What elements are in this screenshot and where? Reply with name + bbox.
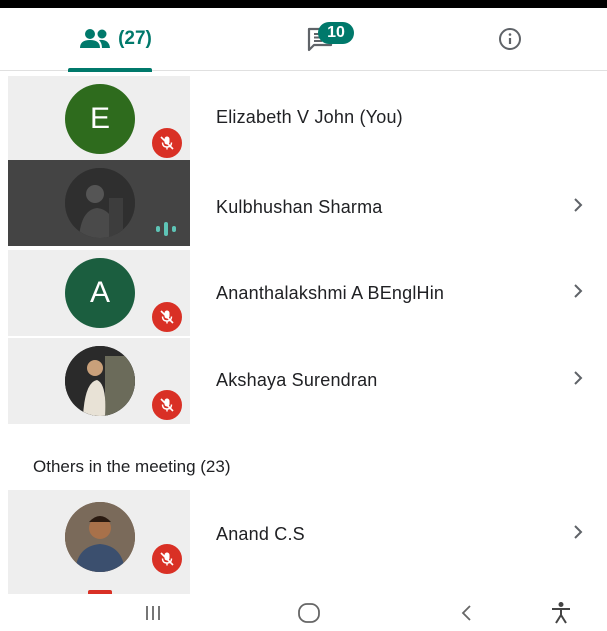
mic-muted-icon bbox=[150, 126, 184, 160]
chevron-right-icon[interactable] bbox=[572, 282, 584, 306]
chat-unread-badge: 10 bbox=[318, 22, 354, 44]
participant-row[interactable]: Anand C.S bbox=[0, 490, 607, 594]
participant-row[interactable]: A Ananthalakshmi A BEnglHin bbox=[0, 250, 607, 336]
mic-muted-icon bbox=[150, 388, 184, 422]
recents-icon[interactable] bbox=[138, 598, 168, 628]
chevron-right-icon[interactable] bbox=[572, 369, 584, 393]
participant-name: Ananthalakshmi A BEnglHin bbox=[216, 283, 445, 303]
chevron-right-icon[interactable] bbox=[572, 196, 584, 220]
avatar-photo bbox=[65, 168, 135, 238]
mic-muted-icon bbox=[150, 300, 184, 334]
participant-name: Elizabeth V John (You) bbox=[216, 107, 403, 127]
system-nav-bar bbox=[0, 594, 607, 631]
participant-name: Kulbhushan Sharma bbox=[216, 197, 383, 217]
tab-info[interactable] bbox=[470, 8, 550, 70]
participant-row[interactable]: E Elizabeth V John (You) bbox=[0, 76, 607, 162]
mic-muted-icon bbox=[150, 542, 184, 576]
active-tab-indicator bbox=[68, 68, 152, 72]
home-icon[interactable] bbox=[294, 598, 324, 628]
others-section-title: Others in the meeting (23) bbox=[33, 457, 231, 476]
tab-people[interactable]: (27) bbox=[40, 8, 190, 70]
chevron-right-icon[interactable] bbox=[572, 523, 584, 547]
tab-bar: (27) 10 bbox=[0, 8, 607, 72]
people-icon bbox=[80, 29, 111, 48]
back-icon[interactable] bbox=[452, 598, 482, 628]
avatar: E bbox=[65, 84, 135, 154]
people-count: (27) bbox=[118, 28, 152, 49]
avatar: A bbox=[65, 258, 135, 328]
participant-row[interactable]: Kulbhushan Sharma bbox=[0, 160, 607, 246]
avatar-photo bbox=[65, 346, 135, 416]
accessibility-icon[interactable] bbox=[546, 598, 576, 628]
participant-row[interactable]: Akshaya Surendran bbox=[0, 338, 607, 424]
speaking-indicator-icon bbox=[153, 220, 183, 238]
status-bar bbox=[0, 0, 607, 8]
participant-name: Akshaya Surendran bbox=[216, 370, 378, 390]
participant-name: Anand C.S bbox=[216, 524, 305, 544]
avatar-photo bbox=[65, 502, 135, 572]
info-icon bbox=[499, 28, 521, 50]
